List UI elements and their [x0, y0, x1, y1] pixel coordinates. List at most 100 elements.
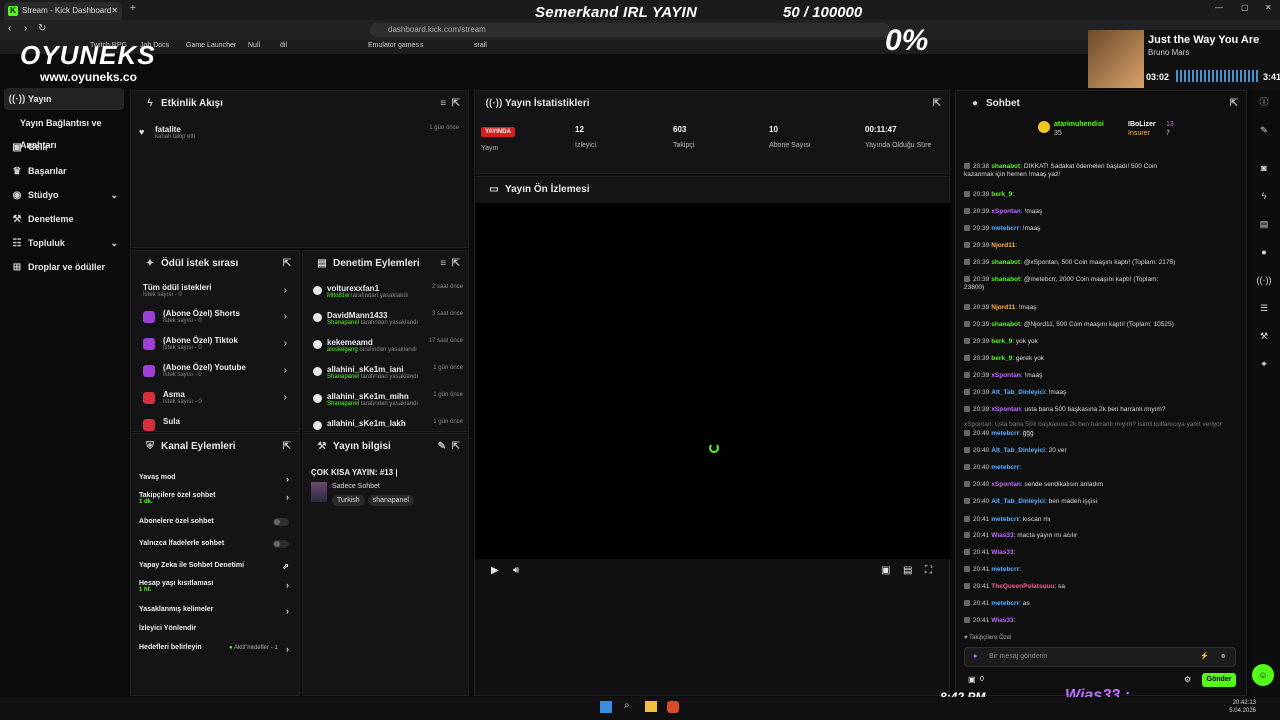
mod-tools-icon[interactable] [964, 338, 970, 345]
mod-tools-icon[interactable] [964, 583, 970, 590]
chat-message[interactable]: 20:39 xSpontan: !maaş [964, 372, 1242, 380]
mod-tools-icon[interactable] [964, 600, 970, 607]
chat-message[interactable]: 20:39 Njord11: !maaş [964, 304, 1242, 312]
wrench-icon[interactable]: ⚒ [1256, 328, 1272, 344]
chat-message[interactable]: 20:39 xSpontan: usta bana 500 başkasına 2… [964, 406, 1242, 414]
mod-tools-icon[interactable] [964, 481, 970, 488]
message-username[interactable]: Njord11 [991, 304, 1015, 311]
filter-icon[interactable]: ≡ [440, 98, 446, 109]
chat-message[interactable]: 20:41 Wias33: [964, 617, 1242, 625]
message-username[interactable]: metebcrr [991, 430, 1019, 437]
raid-setting[interactable]: İzleyici Yönlendir [139, 625, 291, 632]
folder-icon[interactable] [645, 701, 657, 712]
chat-icon[interactable]: ● [1256, 244, 1272, 260]
mod-tools-icon[interactable] [964, 191, 970, 198]
chat-message[interactable]: 20:41 TheQueenPolatsuuu: sa [964, 583, 1242, 591]
mod-tools-icon[interactable] [964, 208, 970, 215]
chat-message[interactable]: 20:39 Alt_Tab_Dinleyici: !maaş [964, 389, 1242, 397]
message-username[interactable]: berk_9 [991, 355, 1012, 362]
slow-mode-setting[interactable]: Yavaş mod › [139, 474, 291, 484]
message-username[interactable]: shanabot [991, 259, 1020, 266]
play-icon[interactable]: ▶ [491, 565, 499, 576]
edit-icon[interactable]: ✎ [438, 441, 446, 452]
message-username[interactable]: berk_9 [991, 338, 1012, 345]
popout-icon[interactable]: ⇱ [283, 441, 291, 452]
chat-message[interactable]: kazanmak için hemen !maaş yaz! [964, 171, 1242, 179]
message-username[interactable]: Alt_Tab_Dinleyici [991, 389, 1045, 396]
emote-only-toggle[interactable] [273, 540, 289, 548]
message-username[interactable]: TheQueenPolatsuuu [991, 583, 1054, 590]
mod-tools-icon[interactable] [964, 406, 970, 413]
message-username[interactable]: Wias33 [991, 617, 1013, 624]
chat-message[interactable]: 20:41 Wias33: macta yayın mı acılır [964, 532, 1242, 540]
url-field[interactable]: dashboard.kick.com/stream [370, 23, 890, 37]
chat-message[interactable]: 20:39 berk_9: [964, 191, 1242, 199]
bookmark-item[interactable]: Null [248, 42, 260, 49]
sidebar-item-drops[interactable]: ⊞ Droplar ve ödüller [4, 256, 124, 278]
message-username[interactable]: shanabot [991, 321, 1020, 328]
popout-icon[interactable]: ⇱ [452, 258, 460, 269]
popout-icon[interactable]: ⇱ [1230, 98, 1238, 109]
broadcast-icon[interactable]: ((·)) [1256, 272, 1272, 288]
banned-words-setting[interactable]: Yasaklanmış kelimeler › [139, 606, 291, 616]
shortcut-icon[interactable]: ⚡ [1200, 648, 1209, 666]
bookmark-item[interactable]: Emulator games [368, 42, 419, 49]
windows-start-icon[interactable] [600, 701, 612, 713]
mod-tools-icon[interactable] [964, 276, 970, 283]
mod-tools-icon[interactable] [964, 532, 970, 539]
sidebar-item-revenue[interactable]: ▣ Gelir [4, 136, 124, 158]
bookmark-item[interactable]: s [420, 42, 424, 49]
maximize-icon[interactable]: ▢ [1241, 3, 1249, 12]
mod-tools-icon[interactable] [964, 516, 970, 523]
mod-tools-icon[interactable] [964, 304, 970, 311]
chat-message[interactable]: 20:41 Wias33: [964, 549, 1242, 557]
chat-message[interactable]: 20:41 metebcrr: as [964, 600, 1242, 608]
chat-message[interactable]: 20:41 metebcrr: kıscan mı [964, 516, 1242, 524]
chat-message[interactable]: 20:39 berk_9: yok yok [964, 338, 1242, 346]
mod-tools-icon[interactable] [964, 242, 970, 249]
mod-tools-icon[interactable] [964, 617, 970, 624]
message-username[interactable]: metebcrr [991, 600, 1019, 607]
message-username[interactable]: xSpontan [991, 208, 1021, 215]
theater-icon[interactable]: ▣ [881, 565, 890, 576]
message-username[interactable]: metebcrr [991, 225, 1019, 232]
back-icon[interactable]: ‹ [8, 23, 11, 34]
ai-moderation-setting[interactable]: Yapay Zeka ile Sohbet Denetimi ⇗ [139, 562, 291, 571]
chat-message[interactable]: 20:38 shanabot: DİKKAT! Sadakat ödemeleri… [964, 163, 1242, 171]
bookmark-item[interactable]: dil [280, 42, 287, 49]
chat-message[interactable]: 20:40 metebcrr: [964, 464, 1242, 472]
subscribers-only-toggle[interactable] [273, 518, 289, 526]
sidebar-item-stream-key[interactable]: Yayın Bağlantısı ve Anahtarı [4, 112, 124, 150]
mod-tools-icon[interactable] [964, 355, 970, 362]
video-player[interactable] [475, 203, 951, 559]
bolt-icon[interactable]: ϟ [1256, 188, 1272, 204]
mod-tools-icon[interactable] [964, 549, 970, 556]
fullscreen-icon[interactable]: ⛶ [925, 565, 932, 576]
sidebar-item-moderation[interactable]: ⚒ Denetleme [4, 208, 124, 230]
chat-message[interactable]: 20:39 berk_9: gerek yok [964, 355, 1242, 363]
message-username[interactable]: shanabot [991, 276, 1020, 283]
search-icon[interactable]: ⌕ [624, 700, 630, 711]
message-username[interactable]: metebcrr [991, 516, 1019, 523]
mod-tools-icon[interactable] [964, 321, 970, 328]
chat-message[interactable]: 20:39 shanabot: @xSpontan, 500 Coin maaşı… [964, 259, 1242, 267]
goals-setting[interactable]: Hedefleri belirleyin ● Aktif hedefler - … [139, 644, 291, 654]
browser-tab[interactable]: K Stream - Kick Dashboard ✕ [4, 2, 122, 20]
mod-tools-icon[interactable] [964, 566, 970, 573]
sidebar-item-achievements[interactable]: ♛ Başarılar [4, 160, 124, 182]
mod-tools-icon[interactable] [964, 259, 970, 266]
chat-message[interactable]: 20:39 metebcrr: !maaş [964, 225, 1242, 233]
account-age-setting[interactable]: Hesap yaşı kısıtlaması 1 hf. › [139, 580, 291, 593]
message-username[interactable]: xSpontan [991, 372, 1021, 379]
chat-message[interactable]: 20:40 Alt_Tab_Dinleyici: ben maden işçisi [964, 498, 1242, 506]
chat-input[interactable]: ● Bir mesaj gönderin ⚡ ☻ [964, 647, 1236, 667]
message-username[interactable]: metebcrr [991, 464, 1019, 471]
chat-message[interactable]: 20:39 Njord11: [964, 242, 1242, 250]
popout-icon[interactable]: ⇱ [452, 98, 460, 109]
message-username[interactable]: Alt_Tab_Dinleyici [991, 447, 1045, 454]
message-username[interactable]: Wias33 [991, 532, 1013, 539]
mod-tools-icon[interactable] [964, 163, 970, 170]
chat-message[interactable]: 20:40 Alt_Tab_Dinleyici: 20 ver [964, 447, 1242, 455]
message-username[interactable]: Wias33 [991, 549, 1013, 556]
mod-tools-icon[interactable] [964, 447, 970, 454]
